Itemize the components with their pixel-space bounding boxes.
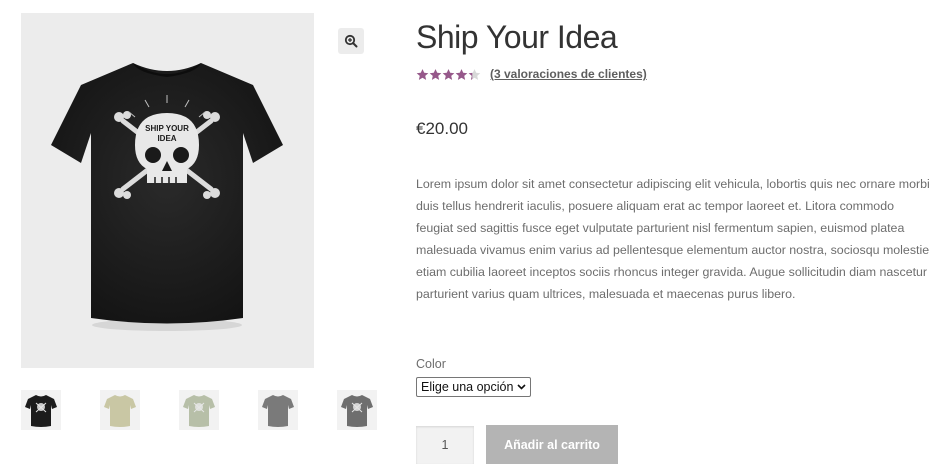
tshirt-thumbnail-icon (262, 395, 294, 427)
zoom-button[interactable] (338, 28, 364, 54)
chevron-down-icon (517, 384, 527, 390)
star-icon (416, 68, 429, 80)
star-icon (455, 68, 468, 80)
star-rating (416, 68, 481, 81)
thumbnail-grey-tshirt-2[interactable] (337, 390, 377, 430)
thumbnail-grey-tshirt[interactable] (258, 390, 298, 430)
star-icon (429, 68, 442, 80)
product-title: Ship Your Idea (416, 19, 618, 55)
color-label: Color (416, 357, 446, 371)
reviews-link[interactable]: (3 valoraciones de clientes) (490, 67, 647, 81)
star-icon (442, 68, 455, 80)
tshirt-thumbnail-icon (104, 395, 136, 427)
product-price: €20.00 (416, 119, 468, 138)
svg-text:IDEA: IDEA (157, 134, 176, 143)
product-main-image[interactable]: SHIP YOUR IDEA (21, 13, 314, 368)
rating-row: (3 valoraciones de clientes) (416, 65, 926, 83)
tshirt-image: SHIP YOUR IDEA (51, 63, 283, 331)
thumbnail-strip (21, 390, 377, 432)
zoom-in-icon (344, 34, 358, 48)
quantity-input[interactable]: 1 (416, 426, 474, 464)
tshirt-thumbnail-icon (183, 395, 215, 427)
product-description: Lorem ipsum dolor sit amet consectetur a… (416, 177, 930, 301)
product-gallery: SHIP YOUR IDEA (21, 13, 314, 368)
graphic-text: SHIP YOUR (145, 124, 189, 133)
star-icon (468, 68, 481, 80)
color-select-value: Elige una opción (421, 380, 514, 394)
add-to-cart-button[interactable]: Añadir al carrito (486, 425, 618, 464)
tshirt-thumbnail-icon (341, 395, 373, 427)
thumbnail-khaki-tshirt[interactable] (100, 390, 140, 430)
product-summary: Ship Your Idea (3 valoraciones de client… (416, 18, 926, 83)
color-select[interactable]: Elige una opción (416, 377, 532, 397)
tshirt-thumbnail-icon (25, 395, 57, 427)
thumbnail-black-tshirt[interactable] (21, 390, 61, 430)
thumbnail-sage-tshirt[interactable] (179, 390, 219, 430)
